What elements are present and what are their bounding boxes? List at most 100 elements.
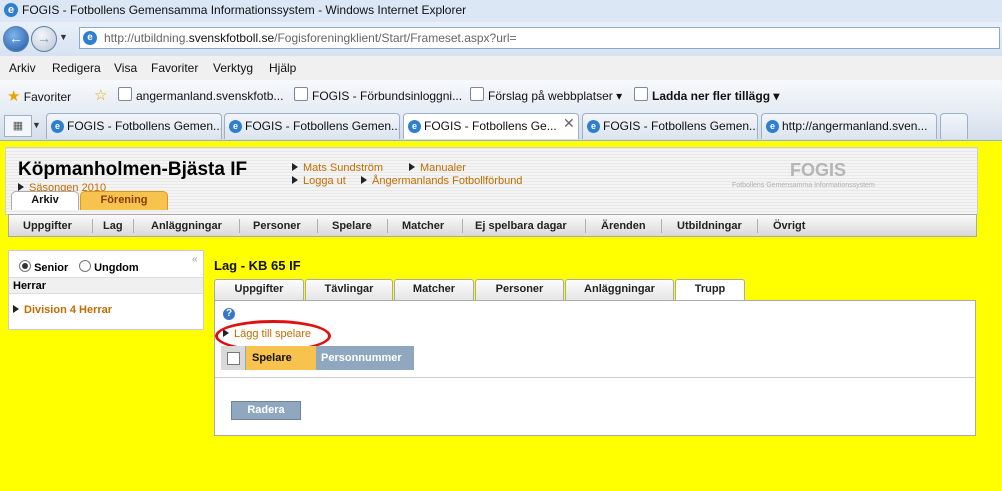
nav-spelare[interactable]: Spelare	[332, 220, 372, 232]
menu-favoriter[interactable]: Favoriter	[151, 61, 198, 75]
arrow-right-icon	[409, 163, 415, 171]
menu-verktyg[interactable]: Verktyg	[213, 61, 253, 75]
nav-separator	[757, 219, 758, 233]
nav-arenden[interactable]: Ärenden	[601, 220, 646, 232]
page-icon	[294, 87, 308, 101]
divider	[215, 377, 975, 378]
tab-uppgifter[interactable]: Uppgifter	[214, 279, 304, 301]
get-addons-button[interactable]: Ladda ner fler tillägg ▾	[634, 87, 779, 103]
tab-tavlingar[interactable]: Tävlingar	[305, 279, 393, 301]
tab-personer[interactable]: Personer	[475, 279, 564, 301]
radio-unselected-icon	[79, 260, 91, 272]
tab-trupp[interactable]: Trupp	[675, 279, 745, 302]
nav-separator	[239, 219, 240, 233]
column-header-personnummer[interactable]: Personnummer	[321, 346, 402, 370]
page-icon: e	[83, 31, 97, 45]
sidebar-item-division-4-herrar[interactable]: Division 4 Herrar	[13, 304, 112, 316]
select-all-cell	[221, 346, 245, 370]
nav-separator	[387, 219, 388, 233]
sidebar: Senior Ungdom « Herrar Division 4 Herrar	[8, 250, 204, 330]
district-link[interactable]: Ångermanlands Fotbollförbund	[361, 175, 522, 187]
page-title: Lag - KB 65 IF	[214, 258, 301, 273]
logout-link[interactable]: Logga ut	[292, 175, 346, 187]
club-name: Köpmanholmen-Bjästa IF	[18, 159, 248, 180]
browser-tab-5[interactable]: e http://angermanland.sven...	[761, 113, 937, 139]
nav-lag[interactable]: Lag	[103, 220, 123, 232]
close-tab-icon[interactable]: ✕	[563, 115, 575, 132]
menu-hjalp[interactable]: Hjälp	[269, 61, 296, 75]
ie-icon	[470, 87, 484, 101]
nav-separator	[661, 219, 662, 233]
browser-tab-1[interactable]: e FOGIS - Fotbollens Gemen...	[46, 113, 222, 139]
nav-separator	[133, 219, 134, 233]
ie-logo-icon: e	[4, 3, 18, 17]
favorites-bar: ★ Favoriter ☆ angermanland.svenskfotb...…	[0, 80, 1002, 111]
address-bar[interactable]: e http://utbildning.svenskfotboll.se/Fog…	[79, 27, 1000, 49]
nav-separator	[585, 219, 586, 233]
star-icon: ★	[7, 88, 21, 105]
nav-separator	[92, 219, 93, 233]
quick-tabs-icon[interactable]: ▦	[4, 115, 32, 137]
new-tab-button[interactable]	[940, 113, 968, 139]
ie-tab-icon: e	[229, 120, 242, 133]
favorite-link-fogis[interactable]: FOGIS - Förbundsinloggni...	[294, 87, 462, 103]
browser-tab-3-active[interactable]: e FOGIS - Fotbollens Ge...	[403, 113, 579, 139]
trupp-panel: ? Lägg till spelare Spelare Personnummer…	[214, 300, 976, 436]
nav-ej-spelbara-dagar[interactable]: Ej spelbara dagar	[475, 220, 567, 232]
arrow-right-icon	[292, 163, 298, 171]
main-nav: Uppgifter Lag Anläggningar Personer Spel…	[8, 214, 977, 237]
nav-matcher[interactable]: Matcher	[402, 220, 444, 232]
tab-matcher[interactable]: Matcher	[394, 279, 474, 301]
tab-anlaggningar[interactable]: Anläggningar	[565, 279, 674, 301]
fogis-logo: FOGIS	[790, 160, 847, 180]
collapse-sidebar-icon[interactable]: «	[192, 254, 198, 265]
ie-tab-icon: e	[766, 120, 779, 133]
category-header: Herrar	[9, 277, 203, 294]
arrow-right-icon	[292, 176, 298, 184]
history-dropdown-icon[interactable]: ▼	[59, 32, 68, 42]
nav-ovrigt[interactable]: Övrigt	[773, 220, 805, 232]
menu-redigera[interactable]: Redigera	[52, 61, 101, 75]
favorites-button[interactable]: ★ Favoriter	[7, 87, 71, 105]
suggested-sites-button[interactable]: Förslag på webbplatser ▾	[470, 87, 622, 103]
back-button[interactable]: ←	[3, 26, 29, 52]
window-title: FOGIS - Fotbollens Gemensamma Informatio…	[22, 3, 467, 17]
add-favorite-icon[interactable]: ☆	[94, 86, 107, 104]
fogis-header: Köpmanholmen-Bjästa IF Säsongen 2010 Mat…	[0, 141, 1002, 241]
manuals-link[interactable]: Manualer	[409, 162, 466, 174]
select-all-checkbox[interactable]	[227, 352, 240, 365]
delete-button[interactable]: Radera	[231, 401, 301, 420]
ie-tab-icon: e	[51, 120, 64, 133]
nav-separator	[462, 219, 463, 233]
arrow-right-icon	[18, 183, 24, 191]
menu-arkiv[interactable]: Arkiv	[9, 61, 36, 75]
arrow-right-icon	[361, 176, 367, 184]
nav-separator	[317, 219, 318, 233]
page-icon	[118, 87, 132, 101]
help-icon[interactable]: ?	[223, 308, 235, 320]
tab-arkiv[interactable]: Arkiv	[11, 191, 79, 210]
browser-tab-2[interactable]: e FOGIS - Fotbollens Gemen...	[224, 113, 400, 139]
favorite-link-angermanland[interactable]: angermanland.svenskfotb...	[118, 87, 283, 103]
menu-visa[interactable]: Visa	[114, 61, 137, 75]
navigation-bar: ← → ▼ e http://utbildning.svenskfotboll.…	[0, 22, 1002, 56]
nav-utbildningar[interactable]: Utbildningar	[677, 220, 742, 232]
browser-tab-4[interactable]: e FOGIS - Fotbollens Gemen...	[582, 113, 758, 139]
radio-ungdom[interactable]: Ungdom	[79, 260, 139, 274]
tab-list-dropdown-icon[interactable]: ▼	[32, 115, 44, 135]
nav-uppgifter[interactable]: Uppgifter	[23, 220, 72, 232]
addon-icon	[634, 87, 648, 101]
ie-tab-icon: e	[587, 120, 600, 133]
window-title-bar: e FOGIS - Fotbollens Gemensamma Informat…	[0, 0, 1002, 23]
menu-bar: Arkiv Redigera Visa Favoriter Verktyg Hj…	[0, 56, 1002, 81]
address-url[interactable]: http://utbildning.svenskfotboll.se/Fogis…	[104, 31, 517, 45]
column-header-spelare[interactable]: Spelare	[246, 346, 316, 370]
nav-personer[interactable]: Personer	[253, 220, 301, 232]
radio-senior[interactable]: Senior	[19, 260, 68, 274]
fogis-logo-subtitle: Fotbollens Gemensamma Informationssystem	[732, 182, 875, 189]
nav-anlaggningar[interactable]: Anläggningar	[151, 220, 222, 232]
tab-forening[interactable]: Förening	[80, 191, 168, 210]
arrow-right-icon	[13, 305, 19, 313]
forward-button[interactable]: →	[31, 26, 57, 52]
user-link[interactable]: Mats Sundström	[292, 162, 383, 174]
